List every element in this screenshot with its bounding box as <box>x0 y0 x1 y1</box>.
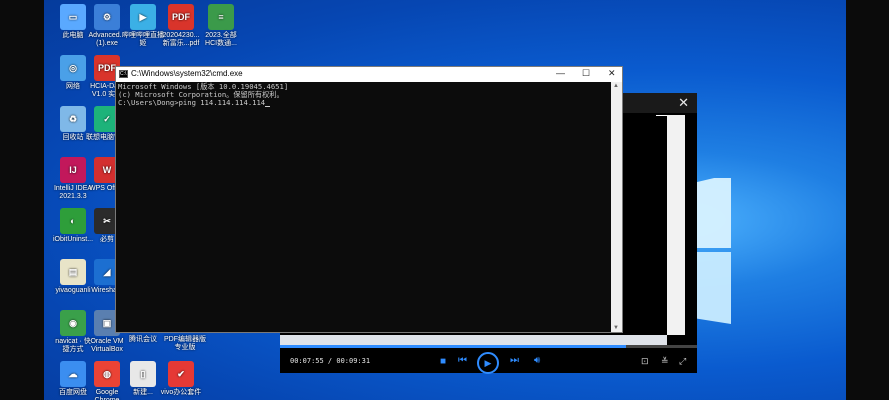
desktop-icon-label[interactable]: PDF编辑器版 专业版 <box>160 336 210 352</box>
cmd-window[interactable]: C:\ C:\Windows\system32\cmd.exe — ☐ ✕ Mi… <box>115 66 623 333</box>
app-icon: ✔ <box>168 361 194 387</box>
screenshot-icon[interactable]: ⊡ <box>641 356 649 366</box>
app-icon: PDF <box>168 4 194 30</box>
app-icon: ◍ <box>94 361 120 387</box>
desktop-icon[interactable]: ✔ vivo办公套件 <box>156 361 206 397</box>
desktop-icon-label-text: PDF编辑器版 专业版 <box>164 336 206 351</box>
monitor-bezel-right <box>846 0 889 400</box>
maximize-button[interactable]: ☐ <box>582 68 590 79</box>
previous-icon[interactable]: ⏮ <box>458 356 467 366</box>
player-close-button[interactable]: ✕ <box>678 95 689 111</box>
desktop-icon[interactable]: ≡ 2023.全部 HCI数通... <box>196 4 246 48</box>
app-icon: ≡ <box>208 4 234 30</box>
app-icon: ▶ <box>130 4 156 30</box>
minimize-button[interactable]: — <box>556 68 565 78</box>
app-icon: ▯ <box>130 361 156 387</box>
app-icon: ⚙ <box>94 4 120 30</box>
cmd-scrollbar[interactable]: ▲ ▼ <box>611 82 622 332</box>
stop-icon[interactable]: ■ <box>440 357 446 367</box>
play-button[interactable]: ▶ <box>477 352 499 374</box>
settings-icon[interactable]: ≚ <box>661 356 669 366</box>
text-cursor <box>265 106 271 107</box>
play-icon: ▶ <box>484 357 492 368</box>
console-output[interactable]: Microsoft Windows [版本 10.0.19045.4651] (… <box>116 82 610 332</box>
scroll-up-icon[interactable]: ▲ <box>613 83 619 89</box>
next-icon[interactable]: ⏭ <box>510 356 519 366</box>
player-white-strip <box>667 115 685 335</box>
console-command: C:\Users\Dong>ping 114.114.114.114 <box>118 98 266 107</box>
player-time: 00:07:55 / 00:09:31 <box>290 357 371 365</box>
scroll-down-icon[interactable]: ▼ <box>613 325 619 331</box>
monitor-bezel-left <box>0 0 44 400</box>
desktop-icon-label: vivo办公套件 <box>160 389 202 396</box>
fullscreen-icon[interactable]: ⤢ <box>679 356 686 366</box>
volume-icon[interactable]: 🔊︎ <box>534 356 540 366</box>
terminal-icon: C:\ <box>119 70 128 78</box>
console-prompt-line: C:\Users\Dong>ping 114.114.114.114 <box>118 99 608 107</box>
close-button[interactable]: ✕ <box>608 68 616 79</box>
cmd-title-bar[interactable]: C:\ C:\Windows\system32\cmd.exe — ☐ ✕ <box>116 67 622 82</box>
player-progress-bar[interactable] <box>280 345 697 348</box>
cmd-title: C:\Windows\system32\cmd.exe <box>131 69 243 78</box>
recorded-taskbar <box>280 335 667 345</box>
player-progress-fill <box>280 345 627 348</box>
desktop-icon-label: 2023.全部 HCI数通... <box>205 32 237 47</box>
